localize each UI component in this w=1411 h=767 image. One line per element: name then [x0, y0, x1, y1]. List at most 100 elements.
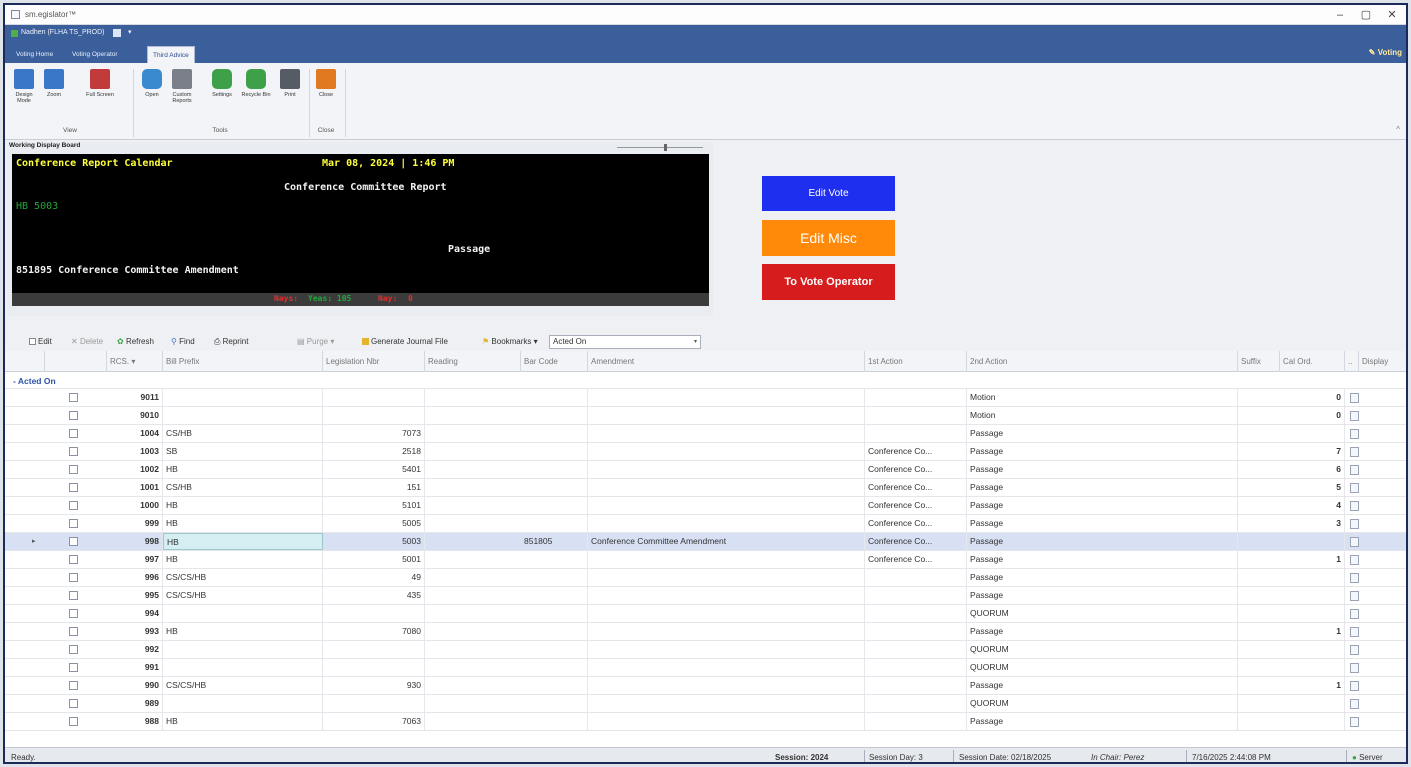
- cell-second[interactable]: Passage: [967, 713, 1238, 730]
- cell-nbr[interactable]: 435: [323, 587, 425, 604]
- cell-amend[interactable]: [588, 443, 865, 460]
- cell-first[interactable]: Conference Co...: [865, 515, 967, 532]
- cell-prefix[interactable]: HB: [163, 713, 323, 730]
- cell-first[interactable]: Conference Co...: [865, 461, 967, 478]
- refresh-button[interactable]: ✿ Refresh: [117, 337, 154, 346]
- cell-bar[interactable]: [521, 497, 588, 514]
- cell-rcs[interactable]: 995: [107, 587, 163, 604]
- row-checkbox[interactable]: [69, 699, 78, 708]
- cell-amend[interactable]: [588, 623, 865, 640]
- cell-amend[interactable]: [588, 407, 865, 424]
- row-checkbox[interactable]: [69, 681, 78, 690]
- cell-first[interactable]: Conference Co...: [865, 551, 967, 568]
- cell-amend[interactable]: [588, 605, 865, 622]
- row-checkbox[interactable]: [69, 447, 78, 456]
- cell-cal[interactable]: 5: [1280, 479, 1345, 496]
- board-zoom-knob[interactable]: [664, 144, 667, 151]
- display-note-icon[interactable]: [1350, 627, 1359, 637]
- cell-cal[interactable]: 0: [1280, 389, 1345, 406]
- folder-button[interactable]: Open: [137, 69, 167, 119]
- cell-first[interactable]: Conference Co...: [865, 443, 967, 460]
- display-note-icon[interactable]: [1350, 609, 1359, 619]
- row-checkbox[interactable]: [69, 573, 78, 582]
- cell-second[interactable]: Motion: [967, 407, 1238, 424]
- cell-rcs[interactable]: 9011: [107, 389, 163, 406]
- cell-nbr[interactable]: [323, 407, 425, 424]
- row-checkbox[interactable]: [69, 555, 78, 564]
- cell-second[interactable]: Passage: [967, 479, 1238, 496]
- header-1st-action[interactable]: 1st Action: [865, 351, 967, 372]
- row-checkbox[interactable]: [69, 429, 78, 438]
- cell-amend[interactable]: [588, 497, 865, 514]
- cell-prefix[interactable]: [163, 605, 323, 622]
- table-row[interactable]: 996 CS/CS/HB 49 Passage: [5, 569, 1406, 587]
- cell-prefix[interactable]: HB: [163, 461, 323, 478]
- cell-rcs[interactable]: 988: [107, 713, 163, 730]
- minimize-button[interactable]: –: [1330, 7, 1350, 23]
- cell-second[interactable]: Passage: [967, 569, 1238, 586]
- cell-rcs[interactable]: 993: [107, 623, 163, 640]
- row-checkbox[interactable]: [69, 483, 78, 492]
- cell-first[interactable]: [865, 623, 967, 640]
- cell-nbr[interactable]: [323, 605, 425, 622]
- header-suffix[interactable]: Suffix: [1238, 351, 1280, 372]
- tab-voting-home[interactable]: Voting Home: [11, 46, 58, 63]
- cell-nbr[interactable]: 7080: [323, 623, 425, 640]
- header-cal-ord[interactable]: Cal Ord.: [1280, 351, 1345, 372]
- cell-bar[interactable]: [521, 389, 588, 406]
- cell-cal[interactable]: [1280, 587, 1345, 604]
- cell-nbr[interactable]: [323, 641, 425, 658]
- table-row[interactable]: 1002 HB 5401 Conference Co... Passage 6: [5, 461, 1406, 479]
- cell-amend[interactable]: [588, 515, 865, 532]
- cell-second[interactable]: QUORUM: [967, 641, 1238, 658]
- cell-cal[interactable]: [1280, 605, 1345, 622]
- quick-access-dropdown-icon[interactable]: ▾: [128, 28, 132, 36]
- cell-second[interactable]: Passage: [967, 623, 1238, 640]
- table-row[interactable]: 991 QUORUM: [5, 659, 1406, 677]
- display-note-icon[interactable]: [1350, 393, 1359, 403]
- cell-rcs[interactable]: 991: [107, 659, 163, 676]
- cell-rcs[interactable]: 998: [107, 533, 163, 550]
- row-checkbox[interactable]: [69, 465, 78, 474]
- cell-cal[interactable]: 1: [1280, 677, 1345, 694]
- cell-prefix[interactable]: [163, 407, 323, 424]
- row-checkbox[interactable]: [69, 717, 78, 726]
- display-note-icon[interactable]: [1350, 447, 1359, 457]
- display-note-icon[interactable]: [1350, 465, 1359, 475]
- row-checkbox[interactable]: [69, 501, 78, 510]
- cell-prefix[interactable]: HB: [163, 515, 323, 532]
- print-button[interactable]: Print: [275, 69, 305, 119]
- find-button[interactable]: ⚲ Find: [171, 337, 195, 346]
- cell-first[interactable]: [865, 659, 967, 676]
- header-amendment[interactable]: Amendment: [588, 351, 865, 372]
- cell-rcs[interactable]: 992: [107, 641, 163, 658]
- cell-amend[interactable]: [588, 551, 865, 568]
- cell-cal[interactable]: [1280, 695, 1345, 712]
- cell-bar[interactable]: [521, 659, 588, 676]
- design-mode-button[interactable]: Design Mode: [9, 69, 39, 119]
- cell-first[interactable]: Conference Co...: [865, 497, 967, 514]
- header-more[interactable]: ..: [1345, 351, 1359, 372]
- cell-rcs[interactable]: 996: [107, 569, 163, 586]
- cell-amend[interactable]: [588, 461, 865, 478]
- cell-bar[interactable]: 851805: [521, 533, 588, 550]
- cell-cal[interactable]: [1280, 425, 1345, 442]
- tab-third-advice[interactable]: Third Advice: [147, 46, 195, 63]
- cell-rcs[interactable]: 994: [107, 605, 163, 622]
- cell-rcs[interactable]: 999: [107, 515, 163, 532]
- edit-misc-button[interactable]: Edit Misc: [762, 220, 895, 256]
- cell-rcs[interactable]: 1000: [107, 497, 163, 514]
- cell-rcs[interactable]: 1002: [107, 461, 163, 478]
- cell-amend[interactable]: Conference Committee Amendment: [588, 533, 865, 550]
- cell-second[interactable]: QUORUM: [967, 695, 1238, 712]
- cell-cal[interactable]: 1: [1280, 623, 1345, 640]
- row-checkbox[interactable]: [69, 591, 78, 600]
- delete-button[interactable]: ✕ Delete: [71, 337, 103, 346]
- cell-cal[interactable]: [1280, 569, 1345, 586]
- cell-bar[interactable]: [521, 623, 588, 640]
- row-checkbox[interactable]: [69, 393, 78, 402]
- cell-second[interactable]: Passage: [967, 677, 1238, 694]
- cell-prefix[interactable]: [163, 641, 323, 658]
- cell-amend[interactable]: [588, 425, 865, 442]
- row-checkbox[interactable]: [69, 537, 78, 546]
